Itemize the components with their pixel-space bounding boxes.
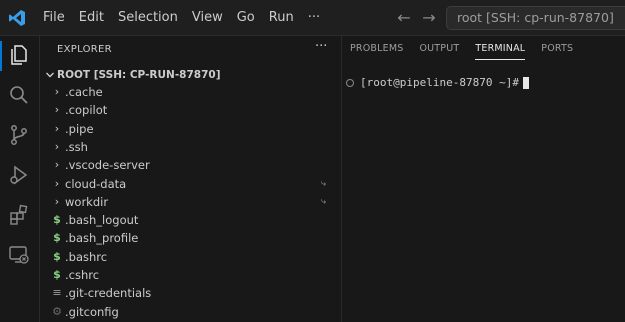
shell-file-icon: $: [53, 231, 61, 245]
forward-arrow-icon[interactable]: →: [421, 9, 437, 27]
explorer-header: EXPLORER: [57, 44, 112, 55]
run-debug-icon[interactable]: [7, 163, 31, 187]
menu-edit[interactable]: Edit: [72, 0, 111, 36]
vscode-logo-icon: [8, 9, 26, 27]
chevron-right-icon: ›: [54, 139, 60, 153]
command-center[interactable]: root [SSH: cp-run-87870]: [446, 6, 625, 30]
tree-item[interactable]: $ .bashrc: [40, 248, 340, 266]
menu-go[interactable]: Go: [230, 0, 262, 36]
chevron-right-icon: ›: [54, 85, 60, 98]
gear-file-icon: ⚙: [52, 304, 62, 318]
shell-file-icon: $: [53, 249, 61, 263]
tree-item[interactable]: › cloud-data ⤷: [40, 175, 340, 193]
chevron-right-icon: ›: [54, 158, 60, 172]
workspace-root-label: ROOT [SSH: CP-RUN-87870]: [57, 69, 221, 81]
tree-item[interactable]: $ .bash_profile: [40, 229, 340, 247]
title-bar: File Edit Selection View Go Run ··· ← → …: [0, 0, 625, 36]
tree-item-label: cloud-data: [65, 176, 127, 191]
command-decoration-icon: [346, 78, 354, 87]
tab-output[interactable]: OUTPUT: [411, 36, 467, 62]
chevron-right-icon: ›: [54, 103, 60, 117]
tree-item-label: .pipe: [65, 121, 94, 136]
tree-item[interactable]: $ .cshrc: [40, 266, 340, 284]
explorer-icon[interactable]: [7, 43, 31, 67]
chevron-right-icon: ›: [54, 121, 60, 135]
tree-item[interactable]: $ .bash_logout: [40, 211, 340, 229]
search-icon[interactable]: [7, 83, 31, 107]
remote-explorer-icon[interactable]: [7, 243, 31, 267]
tree-item-label: .vscode-server: [65, 158, 150, 173]
menu-more-icon[interactable]: ···: [301, 0, 327, 36]
tree-item[interactable]: › workdir ⤷: [40, 193, 340, 211]
activity-bar: [0, 36, 40, 322]
shell-file-icon: $: [53, 268, 61, 281]
tree-item[interactable]: › .copilot: [40, 101, 340, 119]
back-arrow-icon[interactable]: ←: [396, 9, 412, 27]
terminal-cursor: [522, 76, 529, 89]
tree-item[interactable]: ⚙ .gitconfig: [40, 303, 340, 321]
chevron-right-icon: ›: [54, 194, 60, 208]
symlink-icon: ⤷: [321, 178, 327, 189]
tree-item-label: .git-credentials: [65, 286, 152, 301]
shell-file-icon: $: [53, 213, 61, 227]
menu-bar: File Edit Selection View Go Run ···: [36, 0, 327, 36]
tree-item-label: .bash_logout: [65, 213, 139, 228]
text-file-icon: ≡: [52, 286, 62, 300]
tab-problems[interactable]: PROBLEMS: [342, 36, 411, 62]
tab-terminal[interactable]: TERMINAL: [467, 36, 533, 62]
tree-item[interactable]: › .ssh: [40, 138, 340, 156]
menu-file[interactable]: File: [36, 0, 72, 36]
chevron-down-icon: [44, 69, 56, 81]
explorer-sidebar: EXPLORER ··· ROOT [SSH: CP-RUN-87870] ›.…: [40, 36, 342, 322]
tree-item-label: .gitconfig: [65, 304, 119, 319]
menu-view[interactable]: View: [185, 0, 230, 36]
tab-ports[interactable]: PORTS: [533, 36, 581, 62]
tree-item-label: .copilot: [65, 103, 108, 118]
tree-item-label: .ssh: [65, 139, 88, 154]
tree-item-label: .bashrc: [65, 249, 108, 264]
tree-item[interactable]: › .cache: [40, 83, 340, 101]
more-actions-icon[interactable]: ···: [315, 39, 327, 54]
tree-item[interactable]: › .pipe: [40, 120, 340, 138]
tree-item-label: .cshrc: [65, 268, 100, 282]
bottom-panel: PROBLEMS OUTPUT TERMINAL PORTS [root@pip…: [342, 36, 625, 322]
tree-item-label: workdir: [65, 194, 109, 209]
chevron-right-icon: ›: [54, 176, 60, 190]
terminal-prompt: [root@pipeline-87870 ~]#: [360, 76, 519, 89]
menu-run[interactable]: Run: [262, 0, 301, 36]
tree-item[interactable]: › .vscode-server: [40, 156, 340, 174]
tree-item-label: .cache: [65, 85, 103, 99]
active-indicator: [0, 41, 2, 71]
menu-selection[interactable]: Selection: [111, 0, 185, 36]
symlink-icon: ⤷: [321, 196, 327, 207]
tree-item[interactable]: ≡ .git-credentials: [40, 284, 340, 302]
terminal[interactable]: [root@pipeline-87870 ~]#: [346, 72, 529, 89]
source-control-icon[interactable]: [7, 123, 31, 147]
tree-item-label: .bash_profile: [65, 231, 139, 246]
extensions-icon[interactable]: [7, 203, 31, 227]
panel-tabs: PROBLEMS OUTPUT TERMINAL PORTS: [342, 36, 625, 62]
